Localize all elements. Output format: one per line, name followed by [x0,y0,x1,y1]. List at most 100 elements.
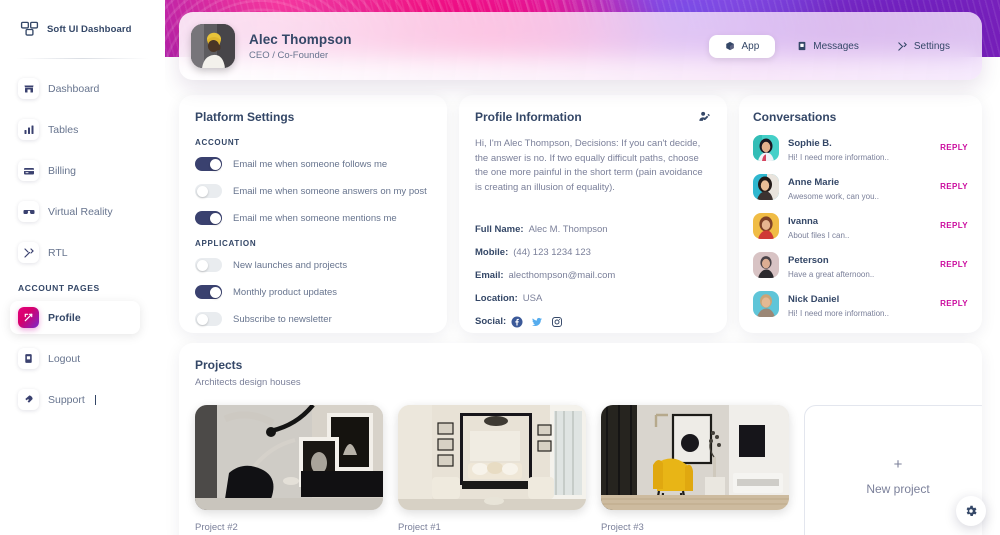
project-2-thumb[interactable] [195,405,383,510]
reply-button[interactable]: REPLY [940,299,968,308]
settings-tools-icon [18,242,39,263]
conversation-name: Peterson [788,255,829,266]
rocket-icon [18,389,39,410]
project-1-thumb[interactable] [398,405,586,510]
field-key: Email: [475,269,504,281]
sidebar-item-support[interactable]: Support [10,383,155,416]
sidebar: Soft UI Dashboard Dashboard Tables Billi… [0,0,165,535]
conversation-message: About files I can.. [788,231,850,240]
avatar-sophie [753,134,779,161]
sidebar-item-logout[interactable]: Logout [10,342,155,375]
application-subheading: APPLICATION [195,239,257,248]
new-project-label: New project [866,481,930,496]
sidebar-nav: Dashboard Tables Billing Virtual Reality… [0,59,165,416]
toggle-newsletter[interactable] [195,312,222,326]
tools-icon [897,41,908,52]
sidebar-item-label: Profile [48,311,81,324]
profile-information-title: Profile Information [475,110,582,124]
toggle-follows[interactable] [195,157,222,171]
platform-settings-title: Platform Settings [195,110,295,124]
toggle-mentions[interactable] [195,211,222,225]
field-key: Full Name: [475,223,524,235]
conversation-name: Sophie B. [788,138,832,149]
avatar-anne [753,173,779,200]
projects-card: Projects Architects design houses Projec… [179,343,982,535]
projects-grid: Project #2 Project #1 Project #3 + New p… [195,405,982,535]
field-key: Location: [475,292,518,304]
facebook-icon[interactable] [511,316,523,328]
brand[interactable]: Soft UI Dashboard [0,0,165,44]
sidebar-item-profile[interactable]: Profile [10,301,140,334]
gear-icon[interactable] [956,496,986,526]
toggle-launches[interactable] [195,258,222,272]
conversation-text: Peterson Have a great afternoon.. [788,250,931,279]
sidebar-item-rtl[interactable]: RTL [10,236,155,269]
avatar-ivanna [753,212,779,239]
conversations-list: Sophie B. Hi! I need more information.. … [753,133,968,318]
project-label: Project #1 [398,522,441,533]
sidebar-item-dashboard[interactable]: Dashboard [10,72,155,105]
sidebar-item-label: Dashboard [48,82,100,95]
project-label: Project #2 [195,522,238,533]
document-icon [797,41,807,51]
table-icon [18,119,39,140]
reply-button[interactable]: REPLY [940,221,968,230]
list-item[interactable]: Ivanna About files I can.. REPLY [753,211,968,240]
account-subheading: ACCOUNT [195,138,240,147]
sidebar-item-virtual-reality[interactable]: Virtual Reality [10,195,155,228]
sidebar-item-tables[interactable]: Tables [10,113,155,146]
new-project-button[interactable]: + New project [804,405,982,535]
sidebar-item-label: Billing [48,164,77,177]
field-value: USA [522,292,543,304]
conversation-name: Anne Marie [788,177,840,188]
reply-button[interactable]: REPLY [940,182,968,191]
field-value: Alec M. Thompson [528,223,608,235]
credit-card-icon [18,160,39,181]
toggle-answers[interactable] [195,184,222,198]
twitter-icon[interactable] [531,316,543,328]
list-item[interactable]: Peterson Have a great afternoon.. REPLY [753,250,968,279]
avatar[interactable] [191,24,235,68]
instagram-icon[interactable] [551,316,563,328]
setting-label: Email me when someone follows me [233,158,388,170]
reply-button[interactable]: REPLY [940,143,968,152]
conversation-text: Nick Daniel Hi! I need more information.… [788,289,931,318]
list-item[interactable]: Anne Marie Awesome work, can you.. REPLY [753,172,968,201]
sidebar-item-label: Support [48,393,85,406]
profile-field-social: Social: [475,316,711,328]
sidebar-section-label: ACCOUNT PAGES [18,283,100,293]
setting-label: Email me when someone answers on my post [233,185,427,197]
cube-icon [725,41,735,51]
setting-row-answers: Email me when someone answers on my post [195,184,431,198]
profile-information-header: Profile Information [475,110,711,128]
field-key: Social: [475,316,507,328]
sidebar-item-label: RTL [48,246,68,259]
sidebar-item-billing[interactable]: Billing [10,154,155,187]
reply-button[interactable]: REPLY [940,260,968,269]
conversation-name: Ivanna [788,216,819,227]
projects-subtitle: Architects design houses [195,377,301,388]
conversation-message: Awesome work, can you.. [788,192,880,201]
sidebar-item-label: Virtual Reality [48,205,113,218]
setting-label: Subscribe to newsletter [233,313,332,325]
user-edit-icon[interactable] [698,110,711,128]
tab-app[interactable]: App [709,34,776,58]
tab-label: Messages [813,40,859,52]
profile-field-mobile: Mobile: (44) 123 1234 123 [475,247,711,258]
platform-settings-card: Platform Settings ACCOUNT Email me when … [179,95,447,333]
list-item[interactable]: Nick Daniel Hi! I need more information.… [753,289,968,318]
conversation-name: Nick Daniel [788,294,840,305]
tab-messages[interactable]: Messages [781,35,875,58]
project-cell: Project #1 [398,405,586,535]
document-icon [18,348,39,369]
list-item[interactable]: Sophie B. Hi! I need more information.. … [753,133,968,162]
tab-settings[interactable]: Settings [881,35,966,58]
profile-description: Hi, I'm Alec Thompson, Decisions: If you… [475,138,703,194]
toggle-updates[interactable] [195,285,222,299]
project-cell-new: + New project [804,405,982,535]
vr-headset-icon [18,201,39,222]
project-3-thumb[interactable] [601,405,789,510]
project-label: Project #3 [601,522,644,533]
conversation-message: Hi! I need more information.. [788,153,889,162]
shop-icon [18,78,39,99]
